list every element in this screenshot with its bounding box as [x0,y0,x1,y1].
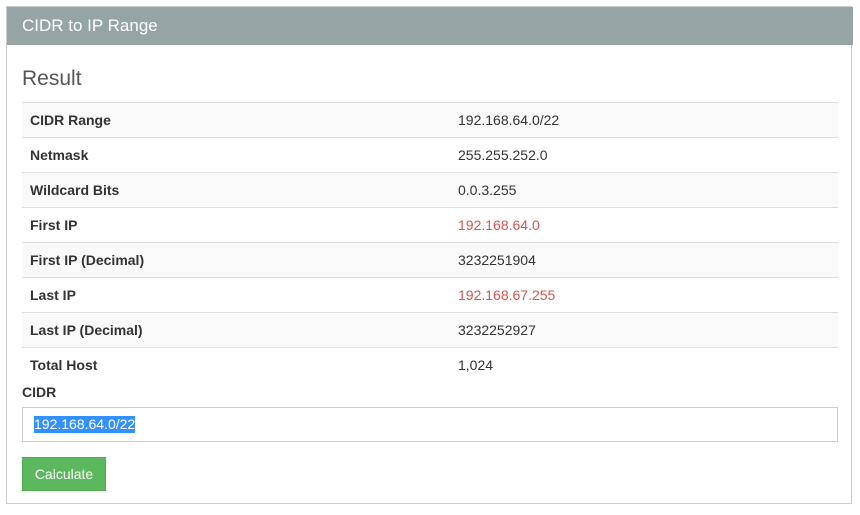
row-value: 1,024 [450,347,838,383]
table-row: CIDR Range 192.168.64.0/22 [22,102,838,138]
table-row: Total Host 1,024 [22,347,838,383]
row-value: 0.0.3.255 [450,172,838,208]
panel-title: CIDR to IP Range [22,16,158,35]
first-ip-value: 192.168.64.0 [450,207,838,243]
result-heading: Result [22,67,82,90]
row-label: First IP (Decimal) [22,242,450,278]
calculate-button[interactable]: Calculate [22,457,106,491]
result-table: CIDR Range 192.168.64.0/22 Netmask 255.2… [22,102,838,383]
cidr-input[interactable]: 192.168.64.0/22 [22,407,838,442]
row-value: 192.168.64.0/22 [450,102,838,138]
table-row: Last IP (Decimal) 3232252927 [22,312,838,348]
table-row: Last IP 192.168.67.255 [22,277,838,313]
table-row: First IP 192.168.64.0 [22,207,838,243]
row-label: Last IP (Decimal) [22,312,450,348]
panel-header: CIDR to IP Range [7,7,853,45]
row-value: 3232251904 [450,242,838,278]
row-label: Total Host [22,347,450,383]
table-row: Netmask 255.255.252.0 [22,137,838,173]
table-row: Wildcard Bits 0.0.3.255 [22,172,838,208]
row-value: 3232252927 [450,312,838,348]
cidr-panel: CIDR to IP Range Result CIDR Range 192.1… [6,6,853,504]
cidr-field-label: CIDR [22,384,57,400]
row-label: CIDR Range [22,102,450,138]
last-ip-value: 192.168.67.255 [450,277,838,313]
row-value: 255.255.252.0 [450,137,838,173]
row-label: Netmask [22,137,450,173]
table-row: First IP (Decimal) 3232251904 [22,242,838,278]
row-label: Last IP [22,277,450,313]
row-label: Wildcard Bits [22,172,450,208]
row-label: First IP [22,207,450,243]
cidr-input-value: 192.168.64.0/22 [34,416,136,433]
